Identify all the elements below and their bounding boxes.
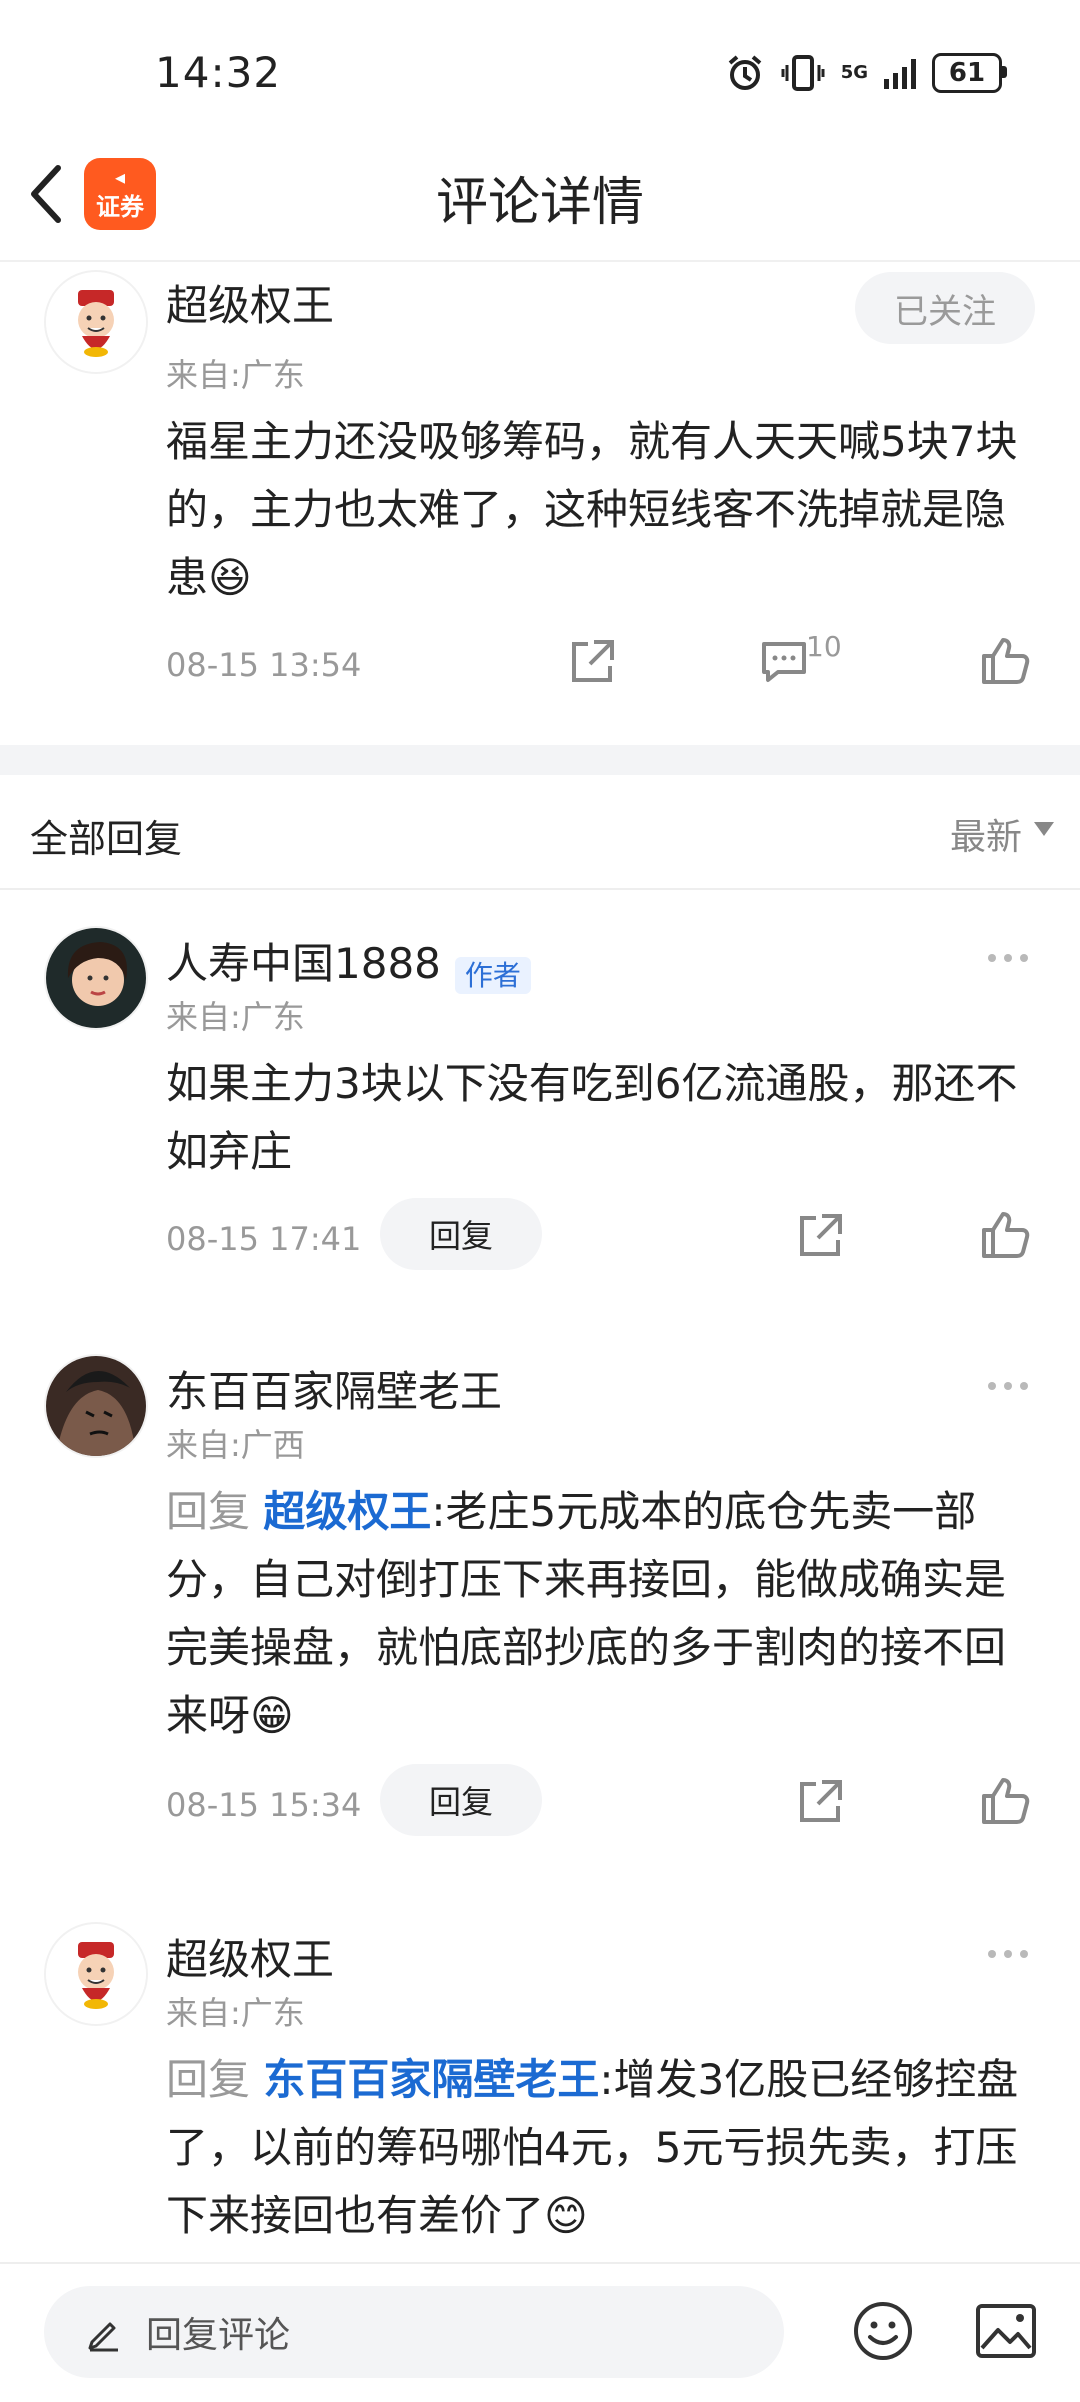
reply-1-share-icon[interactable]: [794, 1210, 846, 1262]
caishen-avatar-icon: [46, 1924, 146, 2024]
sort-caret-icon[interactable]: [1034, 822, 1054, 836]
battery-icon: 61: [932, 53, 1007, 93]
post-body: 福星主力还没吸够筹码，就有人天天喊5块7块的，主力也太难了，这种短线客不洗掉就是…: [166, 408, 1046, 612]
reply-1-text: 如果主力3块以下没有吃到6亿流通股，那还不如弃庄: [166, 1059, 1018, 1176]
reply-1-avatar[interactable]: [44, 926, 148, 1030]
network-label: 5G: [840, 62, 868, 83]
sort-dropdown[interactable]: 最新: [950, 808, 1022, 860]
like-icon[interactable]: [980, 634, 1032, 686]
battery-level: 61: [948, 58, 986, 88]
post-author-location: 来自:广东: [166, 356, 305, 394]
reply-2-mention[interactable]: 超级权王: [263, 1487, 431, 1536]
reply-1-like-icon[interactable]: [980, 1208, 1032, 1260]
all-replies-title: 全部回复: [30, 817, 183, 861]
post-author-avatar[interactable]: [44, 270, 148, 374]
reply-3-more-icon[interactable]: [988, 1944, 1048, 1964]
portrait-avatar-icon: [46, 928, 146, 1028]
status-icons: 5G 61: [725, 50, 1007, 96]
alarm-icon: [728, 55, 761, 90]
reply-3-prefix: 回复: [166, 2055, 251, 2104]
reply-3-author[interactable]: 超级权王: [166, 1926, 334, 1987]
reply-1-more-icon[interactable]: [988, 948, 1048, 968]
section-divider: [0, 745, 1080, 775]
comic-avatar-icon: [46, 1356, 146, 1456]
share-icon[interactable]: [566, 636, 618, 688]
post-author-name[interactable]: 超级权王: [166, 272, 334, 333]
reply-2-more-icon[interactable]: [988, 1376, 1048, 1396]
reply-3-avatar[interactable]: [44, 1922, 148, 2026]
reply-2-avatar[interactable]: [44, 1354, 148, 1458]
reply-1-reply-button[interactable]: 回复: [380, 1198, 542, 1270]
reply-3-body: 回复 东百百家隔壁老王:增发3亿股已经够控盘了，以前的筹码哪怕4元，5元亏损先卖…: [166, 2046, 1046, 2250]
follow-button[interactable]: 已关注: [855, 272, 1035, 344]
smile-emoji: 😊: [544, 2191, 588, 2240]
reply-2-like-icon[interactable]: [980, 1774, 1032, 1826]
laugh-emoji: 😆: [208, 553, 252, 602]
vibrate-icon: [781, 55, 825, 91]
signal-icon: [884, 57, 916, 89]
reply-3-location: 来自:广东: [166, 1994, 305, 2032]
post-text: 福星主力还没吸够筹码，就有人天天喊5块7块的，主力也太难了，这种短线客不洗掉就是…: [166, 417, 1018, 602]
post-time: 08-15 13:54: [166, 646, 362, 684]
pencil-icon: [88, 2322, 118, 2352]
author-badge: 作者: [454, 956, 531, 994]
comment-count: 10: [806, 630, 842, 663]
reply-2-reply-button[interactable]: 回复: [380, 1764, 542, 1836]
reply-1-time: 08-15 17:41: [166, 1220, 362, 1258]
page-title: 评论详情: [435, 173, 644, 233]
image-icon[interactable]: [974, 2302, 1038, 2360]
reply-input-placeholder: 回复评论: [146, 2315, 291, 2356]
reply-2-body: 回复 超级权王:老庄5元成本的底仓先卖一部分，自己对倒打压下来再接回，能做成确实…: [166, 1478, 1046, 1750]
reply-2-author[interactable]: 东百百家隔壁老王: [166, 1358, 502, 1419]
grin-emoji: 😁: [250, 1691, 294, 1740]
reply-3-mention[interactable]: 东百百家隔壁老王: [263, 2055, 599, 2104]
reply-2-location: 来自:广西: [166, 1426, 305, 1464]
reply-1-header: 人寿中国1888 作者: [166, 930, 531, 994]
reply-2-time: 08-15 15:34: [166, 1786, 362, 1824]
reply-1-location: 来自:广东: [166, 998, 305, 1036]
comment-icon[interactable]: [758, 636, 810, 688]
reply-2-share-icon[interactable]: [794, 1776, 846, 1828]
header-separator: [0, 888, 1080, 890]
status-time: 14:32: [155, 48, 282, 97]
reply-2-prefix: 回复: [166, 1487, 251, 1536]
reply-1-author[interactable]: 人寿中国1888: [166, 939, 441, 988]
caishen-avatar-icon: [46, 272, 146, 372]
emoji-icon[interactable]: [852, 2300, 914, 2362]
reply-comment-input[interactable]: 回复评论: [44, 2286, 784, 2378]
